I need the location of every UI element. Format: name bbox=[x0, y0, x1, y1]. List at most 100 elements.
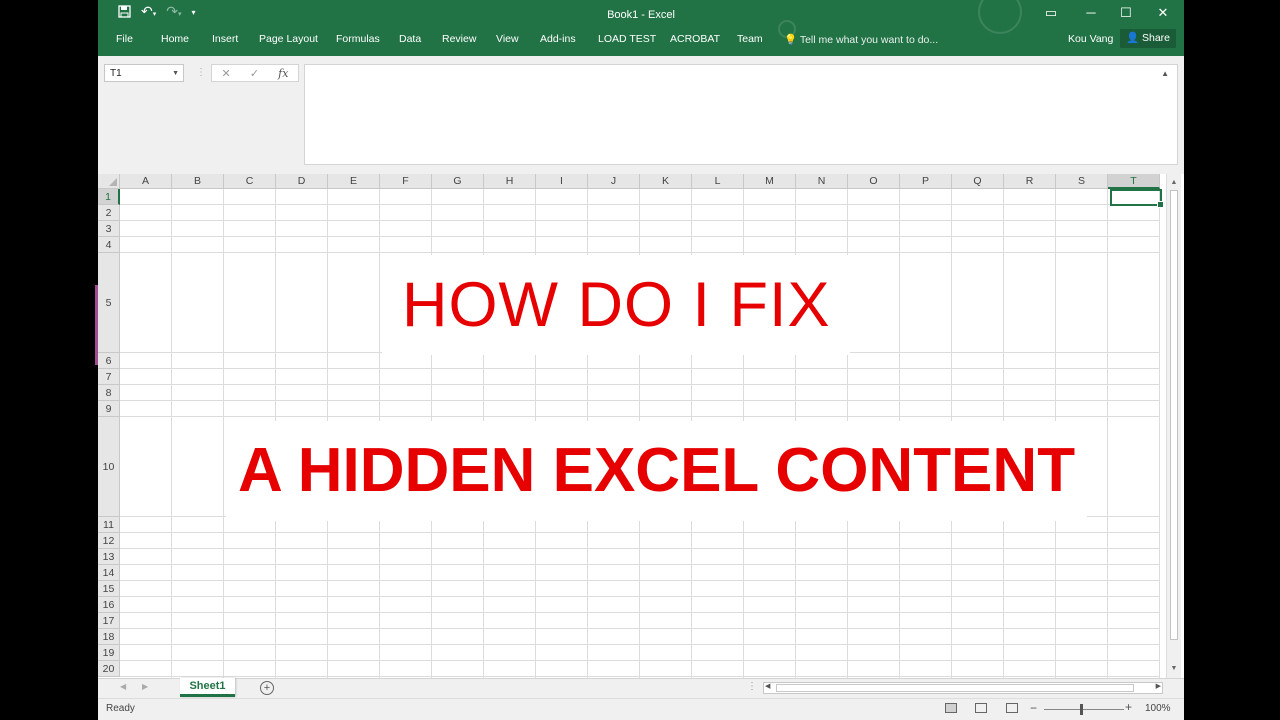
row-header-3[interactable]: 3 bbox=[98, 221, 120, 237]
row-header-7[interactable]: 7 bbox=[98, 369, 120, 385]
row-header-14[interactable]: 14 bbox=[98, 565, 120, 581]
column-header-m[interactable]: M bbox=[744, 174, 796, 189]
row-header-9[interactable]: 9 bbox=[98, 401, 120, 417]
gridline-vertical bbox=[171, 189, 172, 678]
column-header-a[interactable]: A bbox=[120, 174, 172, 189]
column-header-p[interactable]: P bbox=[900, 174, 952, 189]
tab-team[interactable]: Team bbox=[737, 33, 763, 45]
name-box[interactable]: T1 ▼ bbox=[104, 64, 184, 82]
tab-split-grip-icon[interactable]: ⋮ bbox=[747, 681, 757, 692]
tab-add-ins[interactable]: Add-ins bbox=[540, 33, 576, 45]
column-header-g[interactable]: G bbox=[432, 174, 484, 189]
ribbon-tabs: File Home Insert Page Layout Formulas Da… bbox=[98, 29, 1184, 50]
row-header-4[interactable]: 4 bbox=[98, 237, 120, 253]
vertical-scroll-thumb[interactable] bbox=[1170, 190, 1178, 640]
row-header-16[interactable]: 16 bbox=[98, 597, 120, 613]
row-header-6[interactable]: 6 bbox=[98, 353, 120, 369]
tab-home[interactable]: Home bbox=[161, 33, 189, 45]
row-header-13[interactable]: 13 bbox=[98, 549, 120, 565]
cell-text-how-do-i-fix[interactable]: HOW DO I FIX bbox=[382, 255, 851, 355]
tab-load-test[interactable]: LOAD TEST bbox=[598, 33, 656, 45]
user-name[interactable]: Kou Vang bbox=[1068, 33, 1113, 45]
column-header-k[interactable]: K bbox=[640, 174, 692, 189]
formula-input[interactable]: ▲ bbox=[304, 64, 1178, 165]
tab-acrobat[interactable]: ACROBAT bbox=[670, 33, 720, 45]
tab-file[interactable]: File bbox=[116, 33, 133, 45]
zoom-slider-track[interactable] bbox=[1044, 709, 1124, 710]
status-text: Ready bbox=[106, 703, 135, 714]
share-button[interactable]: 👤 Share bbox=[1120, 29, 1177, 48]
select-all-corner[interactable] bbox=[98, 174, 120, 189]
tab-review[interactable]: Review bbox=[442, 33, 476, 45]
column-header-n[interactable]: N bbox=[796, 174, 848, 189]
column-header-s[interactable]: S bbox=[1056, 174, 1108, 189]
row-header-20[interactable]: 20 bbox=[98, 661, 120, 677]
scroll-up-arrow-icon[interactable]: ▲ bbox=[1167, 176, 1181, 190]
zoom-slider-thumb[interactable] bbox=[1080, 704, 1083, 715]
active-cell-t1[interactable] bbox=[1110, 189, 1164, 208]
tab-insert[interactable]: Insert bbox=[212, 33, 238, 45]
vertical-scrollbar[interactable]: ▲ ▼ bbox=[1166, 174, 1181, 678]
insert-function-icon[interactable]: fx bbox=[278, 67, 288, 80]
row-header-18[interactable]: 18 bbox=[98, 629, 120, 645]
next-sheet-arrow-icon[interactable]: ▶ bbox=[142, 682, 148, 691]
gridline-vertical bbox=[1107, 189, 1108, 678]
horizontal-scrollbar[interactable]: ◀ ▶ bbox=[763, 682, 1163, 694]
tab-view[interactable]: View bbox=[496, 33, 519, 45]
chevron-up-icon[interactable]: ▲ bbox=[1161, 69, 1169, 78]
normal-view-icon[interactable] bbox=[945, 703, 957, 713]
ribbon-display-options-icon[interactable]: ▭ bbox=[1036, 5, 1066, 21]
row-header-10[interactable]: 10 bbox=[98, 417, 120, 517]
column-header-r[interactable]: R bbox=[1004, 174, 1056, 189]
zoom-level[interactable]: 100% bbox=[1145, 703, 1171, 714]
scroll-down-arrow-icon[interactable]: ▼ bbox=[1167, 662, 1181, 676]
chevron-down-icon[interactable]: ▼ bbox=[172, 65, 179, 83]
row-header-1[interactable]: 1 bbox=[98, 189, 120, 205]
enter-check-icon[interactable]: ✓ bbox=[250, 67, 259, 80]
column-header-b[interactable]: B bbox=[172, 174, 224, 189]
row-header-5[interactable]: 5 bbox=[98, 253, 120, 353]
tab-page-layout[interactable]: Page Layout bbox=[259, 33, 318, 45]
gridline-horizontal bbox=[120, 660, 1160, 661]
row-header-17[interactable]: 17 bbox=[98, 613, 120, 629]
maximize-button[interactable]: ☐ bbox=[1111, 5, 1141, 21]
row-header-11[interactable]: 11 bbox=[98, 517, 120, 533]
cancel-icon[interactable]: ✕ bbox=[222, 67, 231, 80]
column-header-f[interactable]: F bbox=[380, 174, 432, 189]
cell-text-hidden-excel-content[interactable]: A HIDDEN EXCEL CONTENT bbox=[226, 421, 1088, 521]
column-header-h[interactable]: H bbox=[484, 174, 536, 189]
column-header-o[interactable]: O bbox=[848, 174, 900, 189]
title-bar: ↶▾ ↷▾ ▾ Book1 - Excel ▭ ─ ☐ ✕ File Home … bbox=[98, 0, 1184, 56]
column-header-l[interactable]: L bbox=[692, 174, 744, 189]
tab-data[interactable]: Data bbox=[399, 33, 421, 45]
row-header-19[interactable]: 19 bbox=[98, 645, 120, 661]
tab-formulas[interactable]: Formulas bbox=[336, 33, 380, 45]
close-button[interactable]: ✕ bbox=[1148, 5, 1178, 21]
minimize-button[interactable]: ─ bbox=[1076, 5, 1106, 20]
row-header-2[interactable]: 2 bbox=[98, 205, 120, 221]
tell-me-search[interactable]: 💡 Tell me what you want to do... bbox=[784, 33, 938, 46]
page-break-view-icon[interactable] bbox=[1006, 703, 1018, 713]
row-header-8[interactable]: 8 bbox=[98, 385, 120, 401]
column-header-c[interactable]: C bbox=[224, 174, 276, 189]
column-header-j[interactable]: J bbox=[588, 174, 640, 189]
page-layout-view-icon[interactable] bbox=[975, 703, 987, 713]
worksheet-grid[interactable]: ABCDEFGHIJKLMNOPQRST 1 2 3 4 5 6 7 8 9 10 11 12 13 14… bbox=[98, 174, 1166, 678]
gridline-vertical bbox=[223, 189, 224, 678]
horizontal-scroll-thumb[interactable] bbox=[776, 684, 1134, 692]
formula-bar-grip-icon[interactable]: ⋮ bbox=[196, 67, 206, 78]
column-header-e[interactable]: E bbox=[328, 174, 380, 189]
row-header-12[interactable]: 12 bbox=[98, 533, 120, 549]
zoom-in-icon[interactable]: + bbox=[1125, 700, 1132, 714]
column-header-q[interactable]: Q bbox=[952, 174, 1004, 189]
row-header-15[interactable]: 15 bbox=[98, 581, 120, 597]
column-header-d[interactable]: D bbox=[276, 174, 328, 189]
sheet-tab-sheet1[interactable]: Sheet1 bbox=[180, 678, 235, 697]
scroll-right-arrow-icon[interactable]: ▶ bbox=[1156, 682, 1161, 690]
zoom-out-icon[interactable]: − bbox=[1030, 701, 1037, 715]
column-header-i[interactable]: I bbox=[536, 174, 588, 189]
column-header-t[interactable]: T bbox=[1108, 174, 1160, 189]
scroll-left-arrow-icon[interactable]: ◀ bbox=[765, 682, 770, 690]
add-sheet-icon[interactable]: + bbox=[260, 681, 274, 695]
prev-sheet-arrow-icon[interactable]: ◀ bbox=[120, 682, 126, 691]
